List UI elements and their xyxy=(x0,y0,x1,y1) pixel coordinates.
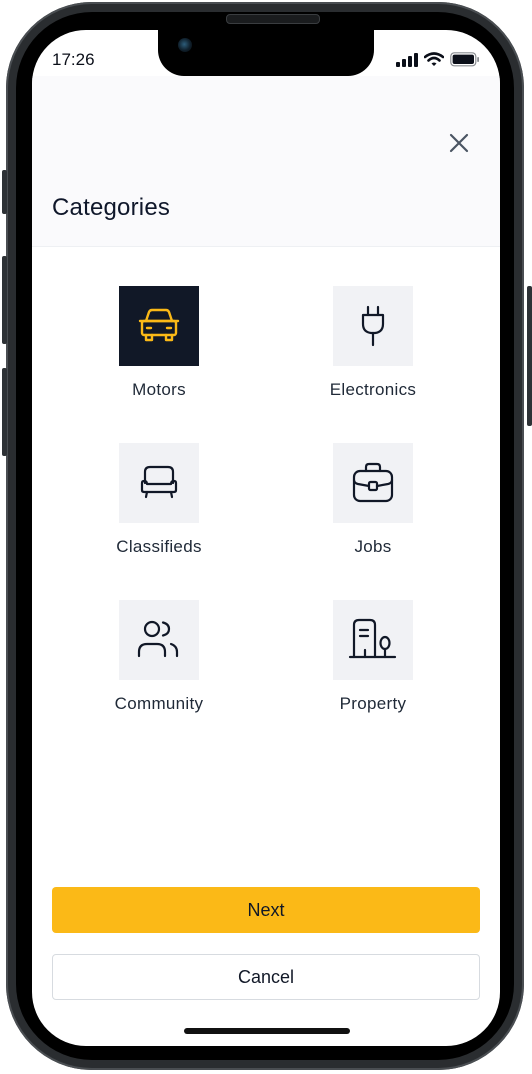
category-label: Motors xyxy=(132,380,186,399)
status-icons xyxy=(396,52,480,67)
screen: Categories 17:26 Motors Electronics Clas… xyxy=(32,30,500,1046)
category-label: Jobs xyxy=(354,537,392,556)
category-tile xyxy=(119,600,199,680)
earpiece-speaker xyxy=(226,14,320,24)
silent-switch xyxy=(2,170,7,214)
plug-icon xyxy=(361,305,385,347)
building-icon xyxy=(348,618,397,659)
home-indicator[interactable] xyxy=(184,1028,350,1034)
category-motors[interactable]: Motors xyxy=(79,286,239,400)
close-button[interactable] xyxy=(446,130,472,156)
wifi-icon xyxy=(424,52,444,66)
page-title: Categories xyxy=(52,194,171,221)
category-tile xyxy=(333,286,413,366)
category-label: Community xyxy=(114,694,204,713)
briefcase-icon xyxy=(352,462,394,503)
users-icon xyxy=(137,620,179,658)
power-button xyxy=(527,286,532,426)
volume-up-button xyxy=(2,256,7,344)
status-time: 17:26 xyxy=(52,50,95,69)
category-tile xyxy=(119,443,199,523)
category-tile xyxy=(119,286,199,366)
category-community[interactable]: Community xyxy=(79,600,239,714)
category-jobs[interactable]: Jobs xyxy=(293,443,453,557)
battery-icon xyxy=(450,52,479,67)
front-camera xyxy=(178,38,192,52)
category-electronics[interactable]: Electronics xyxy=(293,286,453,400)
category-tile xyxy=(333,600,413,680)
next-button[interactable]: Next xyxy=(52,887,480,933)
notch xyxy=(158,30,374,76)
category-tile xyxy=(333,443,413,523)
category-label: Electronics xyxy=(329,380,417,399)
category-property[interactable]: Property xyxy=(293,600,453,714)
category-label: Property xyxy=(339,694,407,713)
cancel-button[interactable]: Cancel xyxy=(52,954,480,1000)
close-icon xyxy=(449,133,469,153)
volume-down-button xyxy=(2,368,7,456)
sofa-icon xyxy=(140,465,178,499)
category-classifieds[interactable]: Classifieds xyxy=(79,443,239,557)
car-icon xyxy=(138,308,180,342)
cellular-signal-icon xyxy=(396,52,418,67)
header: Categories xyxy=(32,76,500,247)
category-label: Classifieds xyxy=(116,537,202,556)
